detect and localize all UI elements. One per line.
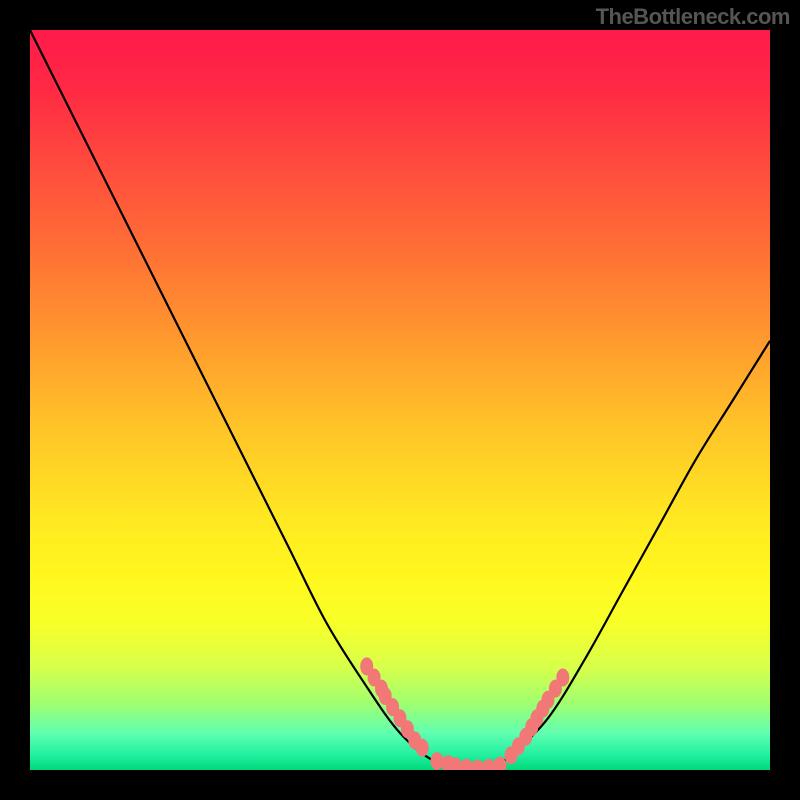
data-marker	[431, 752, 444, 770]
attribution-text: TheBottleneck.com	[596, 4, 790, 30]
bottleneck-curve-line	[30, 30, 770, 770]
data-marker	[493, 757, 506, 770]
data-marker	[482, 759, 495, 770]
data-markers-group	[360, 657, 569, 770]
data-marker	[460, 759, 473, 770]
data-marker	[556, 669, 569, 687]
data-marker	[471, 760, 484, 770]
chart-svg	[30, 30, 770, 770]
chart-plot-area	[30, 30, 770, 770]
data-marker	[416, 739, 429, 757]
